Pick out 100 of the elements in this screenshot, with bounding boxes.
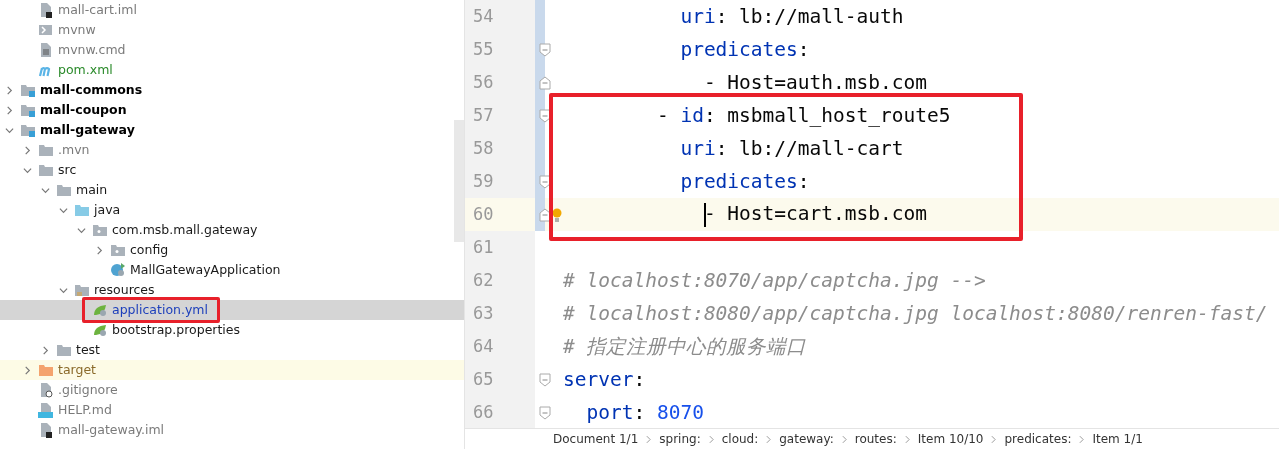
chevron-down-icon[interactable] xyxy=(59,205,68,215)
breadcrumb-item[interactable]: routes: xyxy=(854,432,897,446)
terminal-icon xyxy=(38,22,54,38)
chevron-down-icon[interactable] xyxy=(5,125,14,135)
file-tree-item[interactable]: com.msb.mall.gateway xyxy=(112,222,258,238)
chevron-right-icon xyxy=(991,434,997,444)
line-number: 61 xyxy=(465,231,535,264)
file-tree-item[interactable]: main xyxy=(76,182,108,198)
folder-icon xyxy=(92,222,108,238)
class-icon xyxy=(110,262,126,278)
breadcrumb-item[interactable]: Item 1/1 xyxy=(1092,432,1143,446)
chevron-down-icon[interactable] xyxy=(59,285,68,295)
file-tree-item[interactable]: mall-cart.iml xyxy=(58,2,137,18)
file-tree-item[interactable]: mall-gateway xyxy=(40,122,135,138)
file-tree-item[interactable]: .mvn xyxy=(58,142,90,158)
file-tree-item[interactable]: java xyxy=(94,202,121,218)
file-tree-item[interactable]: .gitignore xyxy=(58,382,118,398)
leaf-icon xyxy=(92,322,108,338)
fold-marker-icon[interactable] xyxy=(539,208,551,222)
fold-marker-icon[interactable] xyxy=(539,76,551,90)
code-line: # localhost:8080/app/captcha.jpg localhost:8080/renren-fast/ xyxy=(563,302,1268,325)
leaf-icon xyxy=(92,302,108,318)
breadcrumb-item[interactable]: Item 10/10 xyxy=(917,432,984,446)
file-icon xyxy=(38,2,54,18)
chevron-right-icon[interactable] xyxy=(23,145,32,155)
excluded-row[interactable]: target xyxy=(0,360,464,380)
folder-icon xyxy=(20,82,36,98)
fold-marker-icon[interactable] xyxy=(539,406,551,420)
folder-icon xyxy=(20,122,36,138)
line-number: 58 xyxy=(465,132,535,165)
code-line: uri: lb://mall-auth xyxy=(679,5,904,28)
chevron-right-icon xyxy=(841,434,847,444)
folder-icon xyxy=(110,242,126,258)
line-number: 64 xyxy=(465,330,535,363)
line-number: 55 xyxy=(465,33,535,66)
file-tree-item[interactable]: test xyxy=(76,342,100,358)
file-tree-item[interactable]: bootstrap.properties xyxy=(112,322,241,338)
chevron-right-icon xyxy=(766,434,772,444)
chevron-right-icon[interactable] xyxy=(23,365,32,375)
code-line: port: 8070 xyxy=(585,401,704,424)
chevron-right-icon xyxy=(904,434,910,444)
folder-icon xyxy=(38,162,54,178)
line-number: 56 xyxy=(465,66,535,99)
lightbulb-icon[interactable] xyxy=(552,207,562,222)
breadcrumb-item[interactable]: Document 1/1 xyxy=(553,432,639,446)
file-tree-item[interactable]: mall-commons xyxy=(40,82,143,98)
breadcrumb-item[interactable]: spring: xyxy=(659,432,701,446)
file-tree-item[interactable]: resources xyxy=(94,282,155,298)
line-number: 65 xyxy=(465,363,535,396)
file-tree-item[interactable]: mall-coupon xyxy=(40,102,127,118)
line-number: 62 xyxy=(465,264,535,297)
folder-icon xyxy=(74,202,90,218)
code-line: server: xyxy=(563,368,646,391)
line-number: 57 xyxy=(465,99,535,132)
fold-marker-icon[interactable] xyxy=(539,373,551,387)
breadcrumb-item[interactable]: gateway: xyxy=(779,432,834,446)
chevron-right-icon[interactable] xyxy=(41,345,50,355)
code-line: uri: lb://mall-cart xyxy=(679,137,904,160)
file-tree-item[interactable]: HELP.md xyxy=(58,402,112,418)
file-tree-item[interactable]: src xyxy=(58,162,77,178)
chevron-right-icon[interactable] xyxy=(95,245,104,255)
folder-icon xyxy=(56,182,72,198)
line-number: 66 xyxy=(465,396,535,429)
line-number: 63 xyxy=(465,297,535,330)
file-tree-item[interactable]: config xyxy=(130,242,169,258)
line-number: 59 xyxy=(465,165,535,198)
breadcrumb-item[interactable]: cloud: xyxy=(721,432,759,446)
line-number: 54 xyxy=(465,0,535,33)
folder-icon xyxy=(56,342,72,358)
chevron-down-icon[interactable] xyxy=(41,185,50,195)
file-tree-item[interactable]: application.yml xyxy=(112,302,208,318)
file-tree-item[interactable]: MallGatewayApplication xyxy=(130,262,281,278)
code-line: - id: msbmall_host_route5 xyxy=(655,104,951,127)
file-tree-item[interactable]: pom.xml xyxy=(58,62,113,78)
chevron-right-icon[interactable] xyxy=(5,105,14,115)
code-line: predicates: xyxy=(679,38,810,61)
folder-icon xyxy=(20,102,36,118)
fold-marker-icon[interactable] xyxy=(539,175,551,189)
folder-icon xyxy=(74,282,90,298)
folder-icon xyxy=(38,142,54,158)
file-tree-item[interactable]: mall-gateway.iml xyxy=(58,422,165,438)
file-tree-item[interactable]: target xyxy=(58,362,96,378)
selected-row[interactable]: application.yml xyxy=(0,300,464,320)
code-line: # 指定注册中心的服务端口 xyxy=(563,335,807,358)
fold-marker-icon[interactable] xyxy=(539,43,551,57)
file-tree-item[interactable]: mvnw.cmd xyxy=(58,42,126,58)
file-icon xyxy=(38,382,54,398)
file-tree-item[interactable]: mvnw xyxy=(58,22,96,38)
breadcrumb-item[interactable]: predicates: xyxy=(1004,432,1072,446)
folder-icon xyxy=(38,362,54,378)
file-icon xyxy=(38,422,54,438)
chevron-right-icon[interactable] xyxy=(5,85,14,95)
file-icon xyxy=(38,402,54,418)
chevron-down-icon[interactable] xyxy=(77,225,86,235)
chevron-right-icon xyxy=(1079,434,1085,444)
fold-marker-icon[interactable] xyxy=(539,109,551,123)
chevron-down-icon[interactable] xyxy=(23,165,32,175)
code-line: # localhost:8070/app/captcha.jpg --> xyxy=(563,269,986,292)
scrollbar-thumb[interactable] xyxy=(454,120,464,242)
code-line: - Host=auth.msb.com xyxy=(702,71,927,94)
